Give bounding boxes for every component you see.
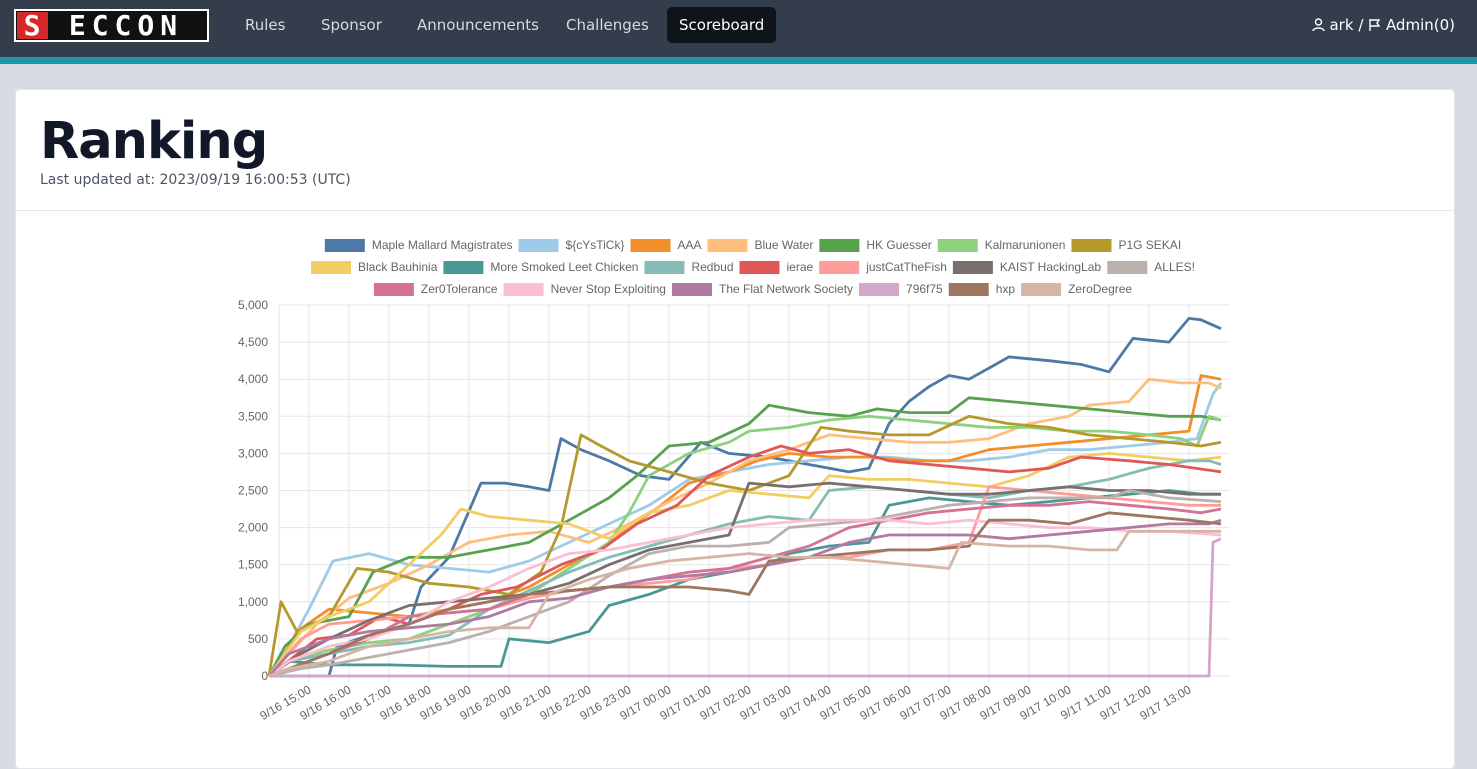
legend-swatch [707, 239, 748, 252]
legend-label: KAIST HackingLab [1000, 260, 1101, 274]
legend-label: ALLES! [1154, 260, 1195, 274]
legend-label: The Flat Network Society [719, 282, 853, 296]
y-tick-label: 3,000 [238, 446, 268, 460]
legend-swatch [373, 283, 414, 296]
legend-swatch [443, 261, 484, 274]
legend-label: P1G SEKAI [1118, 238, 1181, 252]
legend-label: Kalmarunionen [985, 238, 1066, 252]
legend-swatch [1071, 239, 1112, 252]
legend-swatch [1021, 283, 1062, 296]
y-tick-label: 3,500 [238, 409, 268, 423]
series-line [269, 537, 1222, 678]
y-tick-label: 1,500 [238, 558, 268, 572]
y-tick-label: 5,000 [238, 298, 268, 312]
y-tick-label: 0 [261, 669, 268, 683]
y-tick-label: 2,000 [238, 521, 268, 535]
legend-label: Redbud [691, 260, 733, 274]
series-line [267, 396, 1222, 677]
y-tick-label: 4,500 [238, 335, 268, 349]
legend-swatch [518, 239, 559, 252]
y-tick-label: 2,500 [238, 484, 268, 498]
legend-swatch [1107, 261, 1148, 274]
legend-label: Black Bauhinia [358, 260, 438, 274]
legend-label: More Smoked Leet Chicken [490, 260, 638, 274]
legend-label: ${cYsTiCk} [566, 238, 625, 252]
legend-label: Never Stop Exploiting [551, 282, 666, 296]
legend-swatch [952, 261, 993, 274]
y-tick-label: 4,000 [238, 372, 268, 386]
legend-label: justCatTheFish [865, 260, 947, 274]
legend-swatch [671, 283, 712, 296]
legend-swatch [324, 239, 365, 252]
series-line [267, 485, 1221, 677]
legend-label: HK Guesser [866, 238, 931, 252]
y-tick-label: 1,000 [238, 595, 268, 609]
legend-label: Blue Water [754, 238, 813, 252]
legend-swatch [948, 283, 989, 296]
legend-label: 796f75 [906, 282, 943, 296]
legend-label: Zer0Tolerance [421, 282, 498, 296]
ranking-chart: 0 500 1,000 1,500 2,000 2,500 3,000 3,500 4,000 4… [238, 238, 1230, 723]
series-line [268, 489, 1222, 678]
y-tick-label: 500 [248, 632, 268, 646]
legend-label: ierae [787, 260, 814, 274]
series-line [268, 511, 1222, 678]
legend-label: hxp [996, 282, 1016, 296]
legend-swatch [739, 261, 780, 274]
legend-label: ZeroDegree [1068, 282, 1132, 296]
legend-swatch [819, 239, 860, 252]
legend-swatch [630, 239, 671, 252]
series-line [268, 529, 1221, 678]
legend-label: Maple Mallard Magistrates [372, 238, 513, 252]
legend-swatch [859, 283, 900, 296]
legend-swatch [937, 239, 978, 252]
legend-swatch [503, 283, 544, 296]
legend-swatch [311, 261, 352, 274]
legend-label: AAA [677, 238, 701, 252]
legend-swatch [644, 261, 685, 274]
legend-swatch [819, 261, 860, 274]
